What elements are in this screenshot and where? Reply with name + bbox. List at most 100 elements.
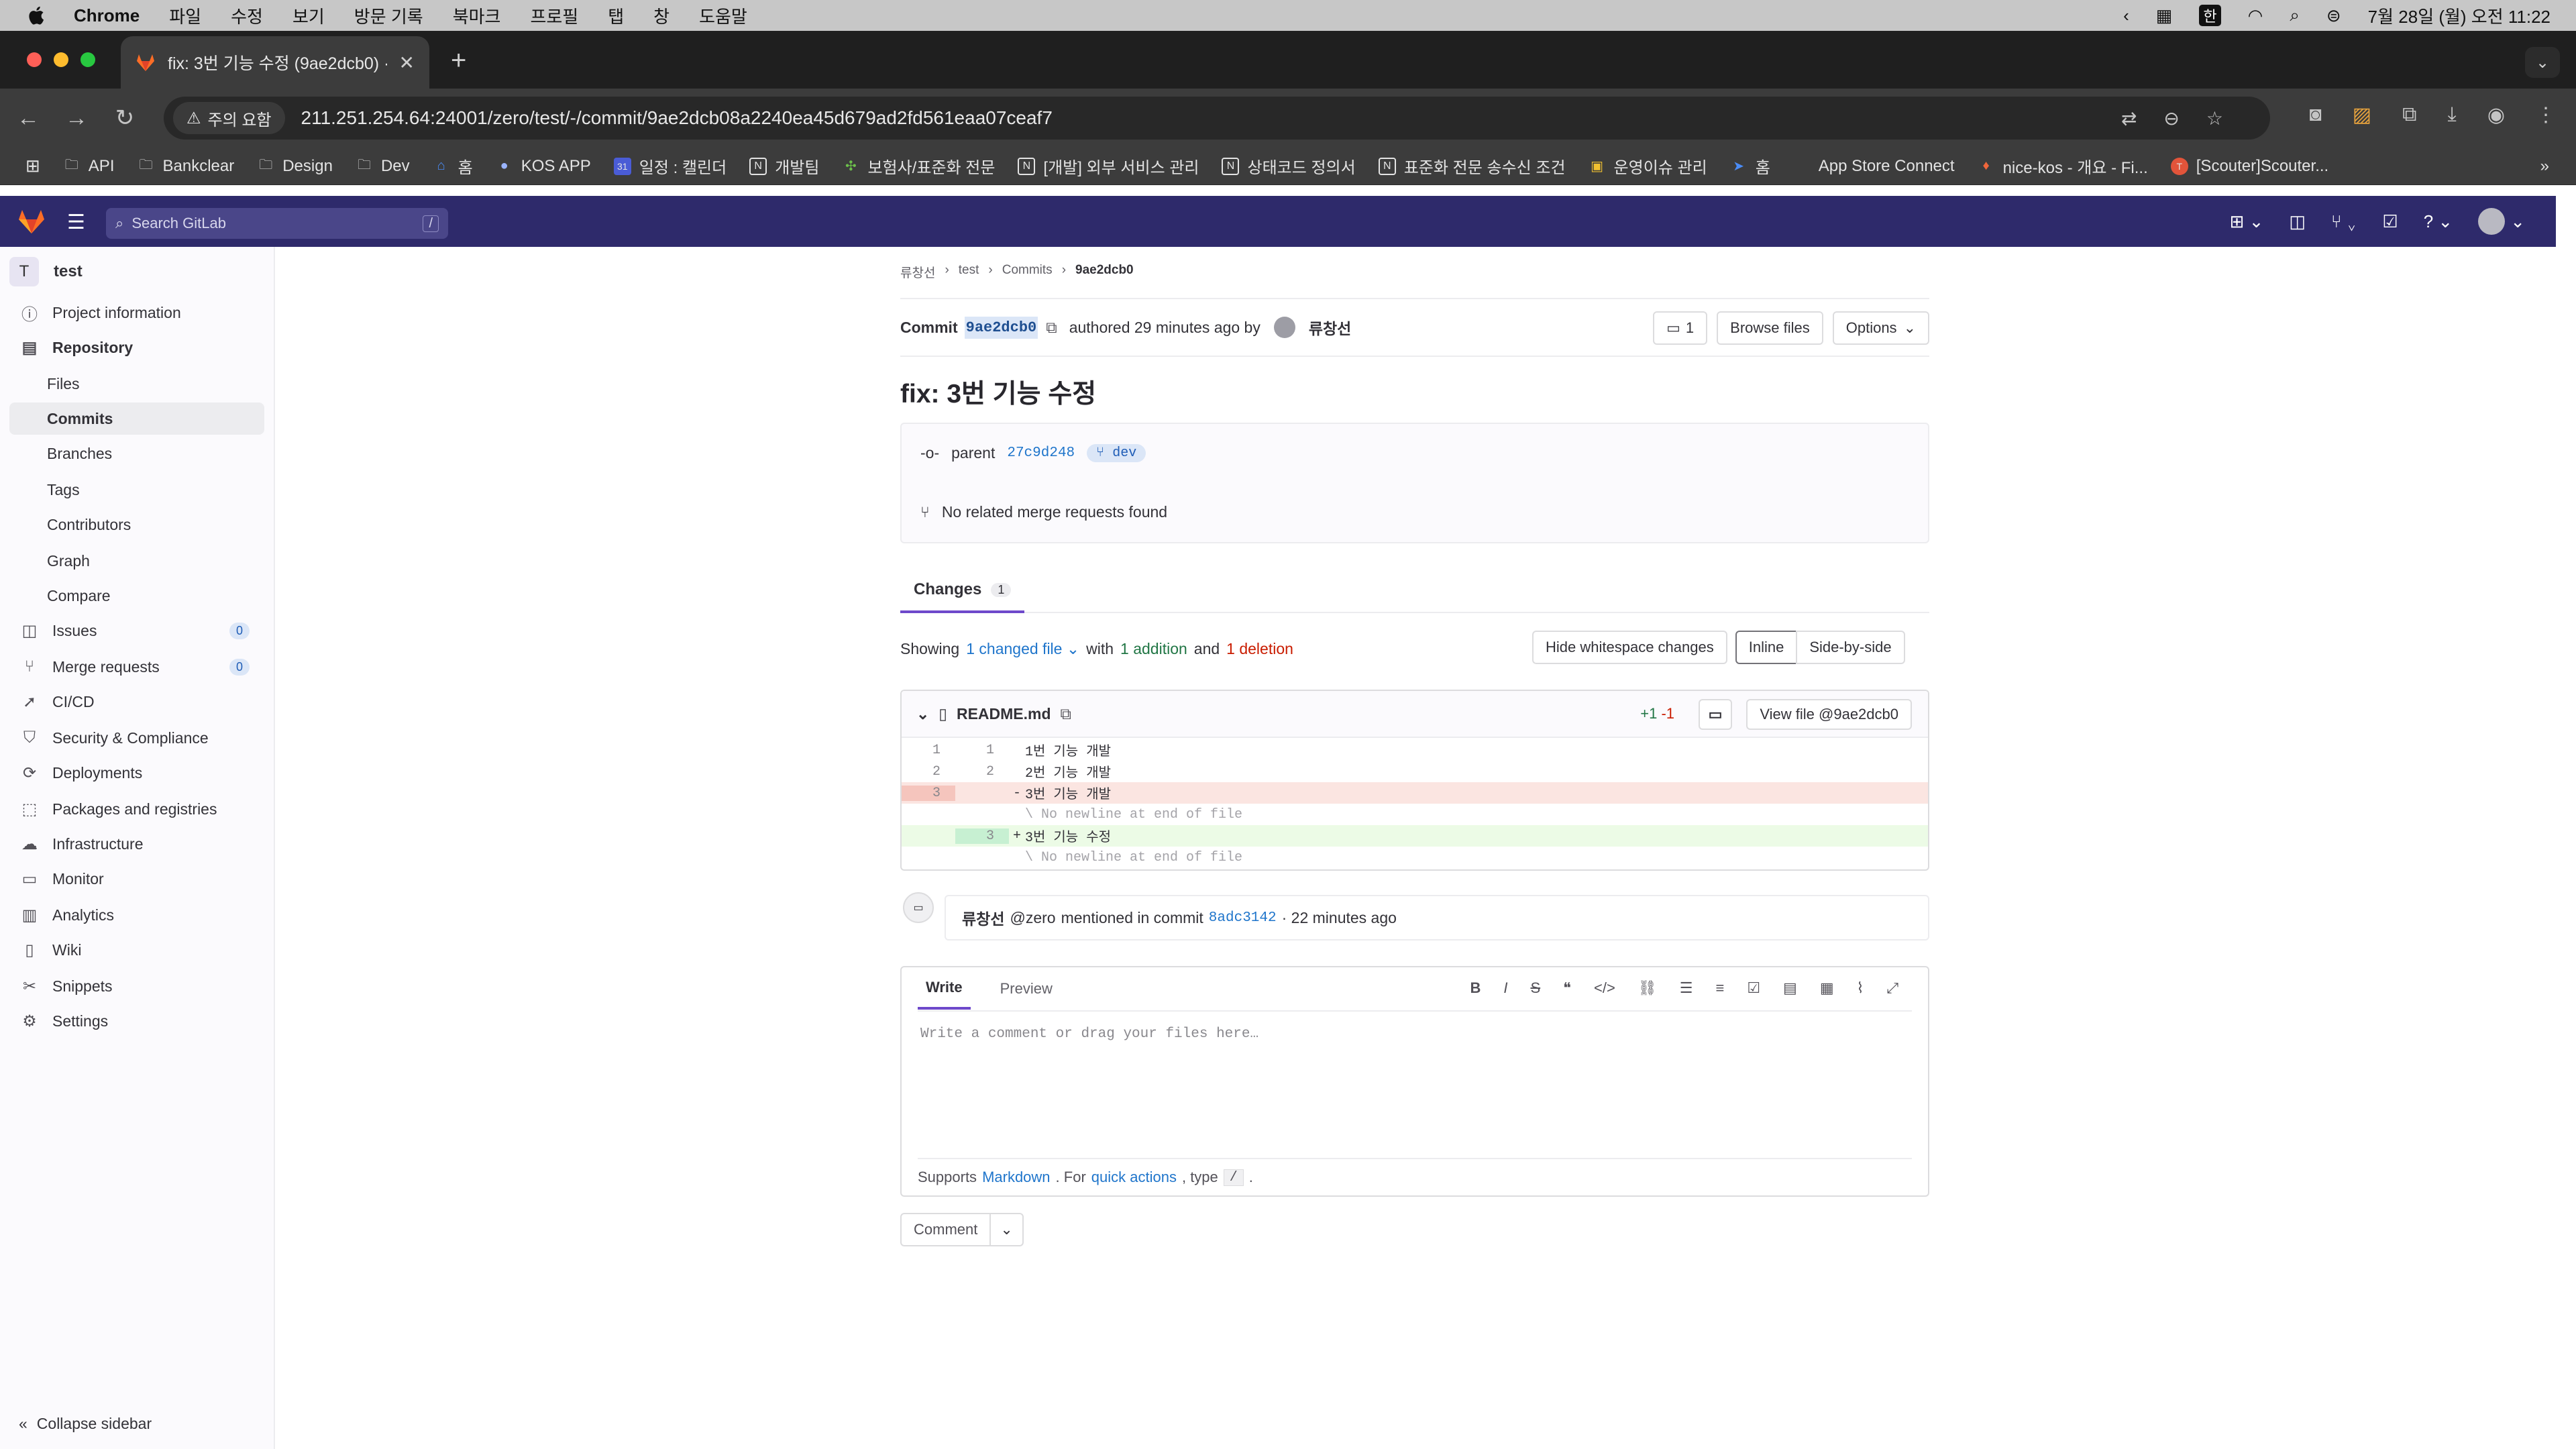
- create-new-icon[interactable]: ⊞ ⌄: [2230, 211, 2264, 232]
- bookmark-item[interactable]: N 상태코드 정의서: [1222, 154, 1356, 178]
- diff-line-added[interactable]: 3 + 3번 기능 수정: [902, 825, 1928, 847]
- copy-path-icon[interactable]: ⧉: [1061, 705, 1071, 723]
- task-list-icon[interactable]: ☑: [1747, 979, 1760, 997]
- bookmark-item[interactable]: ⌂ 홈: [433, 154, 473, 178]
- copy-sha-icon[interactable]: ⧉: [1046, 319, 1057, 337]
- comments-count-button[interactable]: ▭ 1: [1653, 311, 1708, 345]
- bookmark-item[interactable]: 31 일정 : 캘린더: [613, 154, 727, 178]
- zoom-icon[interactable]: ⊖: [2163, 107, 2179, 129]
- bookmark-item[interactable]: ▣ 운영이슈 관리: [1589, 154, 1707, 178]
- note-author-handle[interactable]: @zero: [1010, 909, 1055, 927]
- numbered-list-icon[interactable]: ≡: [1715, 979, 1724, 997]
- spotlight-icon[interactable]: ⌕: [2290, 5, 2300, 26]
- new-line-number[interactable]: 1: [955, 743, 1009, 758]
- tab-close-icon[interactable]: ✕: [399, 52, 415, 74]
- address-bar[interactable]: ⚠ 주의 요함 211.251.254.64:24001/zero/test/-…: [164, 97, 2270, 140]
- wifi-icon[interactable]: ◠: [2248, 5, 2263, 26]
- author-name[interactable]: 류창선: [1309, 316, 1351, 339]
- breadcrumb-current[interactable]: 9ae2dcb0: [1075, 263, 1134, 281]
- chevron-down-icon[interactable]: ⌄: [916, 705, 929, 723]
- note-commit-link[interactable]: 8adc3142: [1209, 910, 1277, 926]
- search-input[interactable]: ⌕ Search GitLab /: [106, 208, 448, 239]
- chevron-left-icon[interactable]: ‹: [2123, 5, 2129, 26]
- hide-whitespace-button[interactable]: Hide whitespace changes: [1532, 631, 1727, 664]
- sidebar-item-branches[interactable]: Branches: [9, 437, 264, 470]
- old-line-number[interactable]: 3: [902, 785, 955, 801]
- gitlab-logo-icon[interactable]: [17, 208, 46, 235]
- sidebar-item-contributors[interactable]: Contributors: [9, 508, 264, 541]
- download-icon[interactable]: ⤓: [2448, 103, 2457, 127]
- bookmark-item[interactable]: N [개발] 외부 서비스 관리: [1018, 154, 1199, 178]
- side-by-side-view-button[interactable]: Side-by-side: [1796, 631, 1905, 664]
- todo-icon[interactable]: ☑: [2382, 211, 2398, 232]
- fullscreen-icon[interactable]: ⤢: [1886, 979, 1898, 997]
- tab-changes[interactable]: Changes 1: [900, 569, 1025, 613]
- screenshot-icon[interactable]: ◙: [2310, 103, 2322, 127]
- menu-edit[interactable]: 수정: [231, 3, 263, 28]
- tab-write[interactable]: Write: [918, 968, 971, 1010]
- bookmark-item[interactable]: ● KOS APP: [496, 157, 591, 176]
- diff-line[interactable]: 2 2 2번 기능 개발: [902, 761, 1928, 782]
- tab-search-button[interactable]: ⌄: [2525, 47, 2560, 78]
- code-icon[interactable]: </>: [1594, 979, 1615, 997]
- sidebar-item-monitor[interactable]: ▭ Monitor: [9, 863, 264, 895]
- bold-icon[interactable]: B: [1470, 979, 1481, 997]
- markdown-link[interactable]: Markdown: [982, 1169, 1050, 1186]
- more-bookmarks-icon[interactable]: »: [2540, 157, 2549, 176]
- menu-history[interactable]: 방문 기록: [354, 3, 423, 28]
- bookmark-item[interactable]: ✣ 보험사/표준화 전문: [842, 154, 995, 178]
- menu-view[interactable]: 보기: [292, 3, 325, 28]
- sidebar-item-deployments[interactable]: ⟳ Deployments: [9, 757, 264, 789]
- sidebar-item-commits[interactable]: Commits: [9, 402, 264, 435]
- apps-grid-icon[interactable]: ⊞: [25, 156, 40, 176]
- comment-button[interactable]: Comment: [900, 1213, 991, 1246]
- tab-preview[interactable]: Preview: [1000, 980, 1053, 998]
- sidebar-item-issues[interactable]: ◫ Issues 0: [9, 614, 264, 647]
- menu-profiles[interactable]: 프로필: [530, 3, 578, 28]
- breadcrumb-item[interactable]: 류창선: [900, 263, 935, 281]
- note-author[interactable]: 류창선: [962, 906, 1004, 929]
- new-line-number[interactable]: 2: [955, 764, 1009, 780]
- comment-options-dropdown[interactable]: ⌄: [989, 1213, 1024, 1246]
- sidebar-item-snippets[interactable]: ✂ Snippets: [9, 970, 264, 1002]
- window-minimize-button[interactable]: [54, 52, 68, 67]
- view-file-button[interactable]: View file @9ae2dcb0: [1746, 699, 1912, 730]
- menu-file[interactable]: 파일: [169, 3, 201, 28]
- sidebar-item-security[interactable]: ⛉ Security & Compliance: [9, 722, 264, 754]
- menu-bookmarks[interactable]: 북마크: [453, 3, 501, 28]
- translate-icon[interactable]: ⇄: [2121, 107, 2137, 129]
- merge-requests-icon[interactable]: ⑂ ⌄: [2331, 211, 2357, 232]
- bookmark-item[interactable]: 🗀 API: [63, 157, 115, 176]
- menu-help[interactable]: 도움말: [699, 3, 747, 28]
- author-avatar[interactable]: [1273, 317, 1295, 338]
- quick-actions-link[interactable]: quick actions: [1091, 1169, 1177, 1186]
- sidebar-item-infrastructure[interactable]: ☁ Infrastructure: [9, 828, 264, 860]
- menu-window[interactable]: 창: [653, 3, 669, 28]
- apple-icon[interactable]: [28, 6, 44, 25]
- diff-line[interactable]: 1 1 1번 기능 개발: [902, 739, 1928, 761]
- sidebar-item-repository[interactable]: ▤ Repository: [9, 331, 264, 364]
- user-avatar[interactable]: ⌄: [2478, 208, 2525, 235]
- project-header[interactable]: T test: [9, 255, 264, 288]
- parent-sha-link[interactable]: 27c9d248: [1007, 445, 1075, 461]
- sidebar-item-wiki[interactable]: ▯ Wiki: [9, 934, 264, 966]
- bookmark-item[interactable]: T [Scouter]Scouter...: [2170, 157, 2328, 176]
- sidebar-item-project-information[interactable]: ⓘ Project information: [9, 297, 264, 329]
- branch-badge[interactable]: ⑂ dev: [1087, 444, 1146, 462]
- control-center-icon[interactable]: ⊜: [2326, 5, 2341, 26]
- italic-icon[interactable]: I: [1503, 979, 1507, 997]
- chrome-menu-icon[interactable]: ⋮: [2536, 103, 2556, 127]
- old-line-number[interactable]: 1: [902, 743, 955, 758]
- bullet-list-icon[interactable]: ☰: [1680, 979, 1693, 997]
- forward-button[interactable]: →: [62, 103, 91, 133]
- browse-files-button[interactable]: Browse files: [1717, 311, 1823, 345]
- sidebar-item-files[interactable]: Files: [9, 368, 264, 400]
- menu-tab[interactable]: 탭: [608, 3, 624, 28]
- attach-file-icon[interactable]: ⌇: [1857, 979, 1864, 997]
- commit-sha[interactable]: 9ae2dcb0: [964, 316, 1038, 339]
- diff-line-removed[interactable]: 3 - 3번 기능 개발: [902, 782, 1928, 804]
- window-zoom-button[interactable]: [80, 52, 95, 67]
- old-line-number[interactable]: 2: [902, 764, 955, 780]
- sidebar-item-graph[interactable]: Graph: [9, 545, 264, 577]
- sidebar-item-analytics[interactable]: ▥ Analytics: [9, 899, 264, 931]
